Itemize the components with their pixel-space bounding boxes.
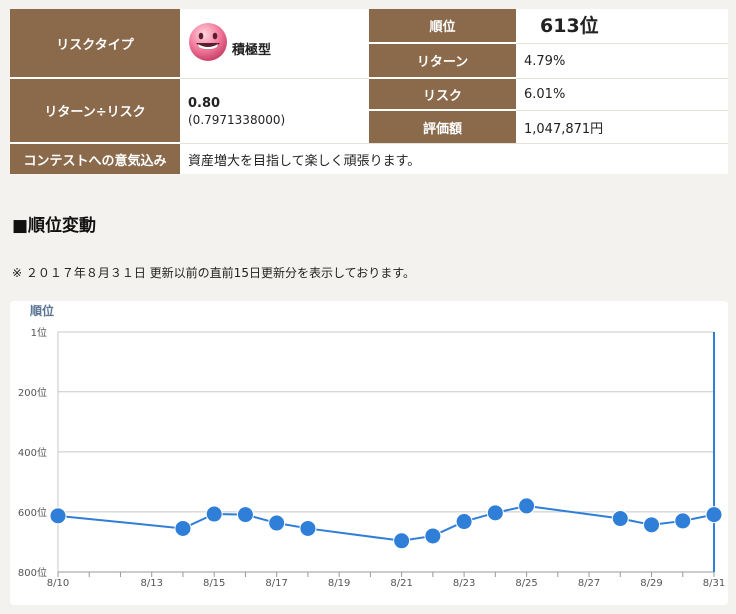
x-tick-label: 8/23 (453, 578, 475, 589)
y-tick-label: 400位 (18, 446, 47, 459)
x-tick-label: 8/27 (578, 578, 600, 589)
data-point[interactable] (674, 512, 692, 530)
ratio-cell: 0.80 (0.7971338000) (180, 79, 369, 143)
risk-value: 6.01% (524, 87, 566, 102)
x-tick-label: 8/19 (328, 578, 350, 589)
data-point[interactable] (49, 507, 67, 525)
x-tick-label: 8/25 (515, 578, 537, 589)
smiley-face-icon (189, 23, 227, 61)
x-tick-label: 8/31 (703, 578, 725, 589)
ratio-exact: (0.7971338000) (188, 112, 286, 127)
y-tick-label: 1位 (31, 326, 47, 339)
data-point[interactable] (518, 497, 536, 515)
risk-type-value: 積極型 (232, 43, 272, 58)
data-point[interactable] (268, 514, 286, 532)
section-title: ■順位変動 (12, 216, 97, 236)
valuation-header: 評価額 (369, 111, 516, 143)
x-tick-label: 8/13 (140, 578, 162, 589)
data-point[interactable] (424, 527, 442, 545)
y-axis-title: 順位 (29, 303, 54, 318)
info-table: リスクタイプ 積極型 リターン÷リスク 0.80 (0.7971338000) … (10, 9, 728, 174)
data-point[interactable] (486, 504, 504, 522)
data-point[interactable] (205, 505, 223, 523)
x-tick-label: 8/10 (47, 578, 69, 589)
valuation-value: 1,047,871円 (524, 121, 604, 137)
contest-header: コンテストへの意気込み (10, 144, 180, 174)
risk-type-cell: 積極型 (180, 9, 369, 78)
data-point[interactable] (611, 510, 629, 528)
data-point[interactable] (643, 516, 661, 534)
return-header: リターン (369, 44, 516, 78)
update-note: ※ ２０１７年８月３１日 更新以前の直前15日更新分を表示しております。 (12, 266, 416, 280)
ratio-value: 0.80 (188, 95, 221, 111)
risk-type-header: リスクタイプ (10, 9, 180, 78)
data-point[interactable] (393, 532, 411, 550)
y-tick-label: 800位 (18, 566, 47, 579)
data-point[interactable] (174, 519, 192, 537)
data-point[interactable] (299, 519, 317, 537)
data-point[interactable] (236, 506, 254, 524)
y-tick-label: 600位 (18, 506, 47, 519)
rank-chart-svg: 順位 1位 200位 400位 600位 800位8/10 8/13 8/15 8/17 8/1… (18, 303, 725, 589)
rank-value: 613位 (540, 15, 599, 37)
y-tick-label: 200位 (18, 386, 47, 399)
x-tick-label: 8/21 (390, 578, 412, 589)
x-tick-label: 8/17 (265, 578, 287, 589)
risk-header: リスク (369, 79, 516, 110)
contest-value: 資産増大を目指して楽しく頑張ります。 (188, 153, 421, 169)
x-tick-label: 8/15 (203, 578, 225, 589)
data-point[interactable] (705, 506, 723, 524)
rank-chart: 順位 1位 200位 400位 600位 800位 8/10 8/13 8/15 8/17 8/1… (10, 301, 728, 605)
return-value: 4.79% (524, 53, 566, 69)
ratio-header: リターン÷リスク (10, 79, 180, 143)
rank-header: 順位 (369, 9, 516, 43)
x-tick-label: 8/29 (640, 578, 662, 589)
data-point[interactable] (455, 513, 473, 531)
